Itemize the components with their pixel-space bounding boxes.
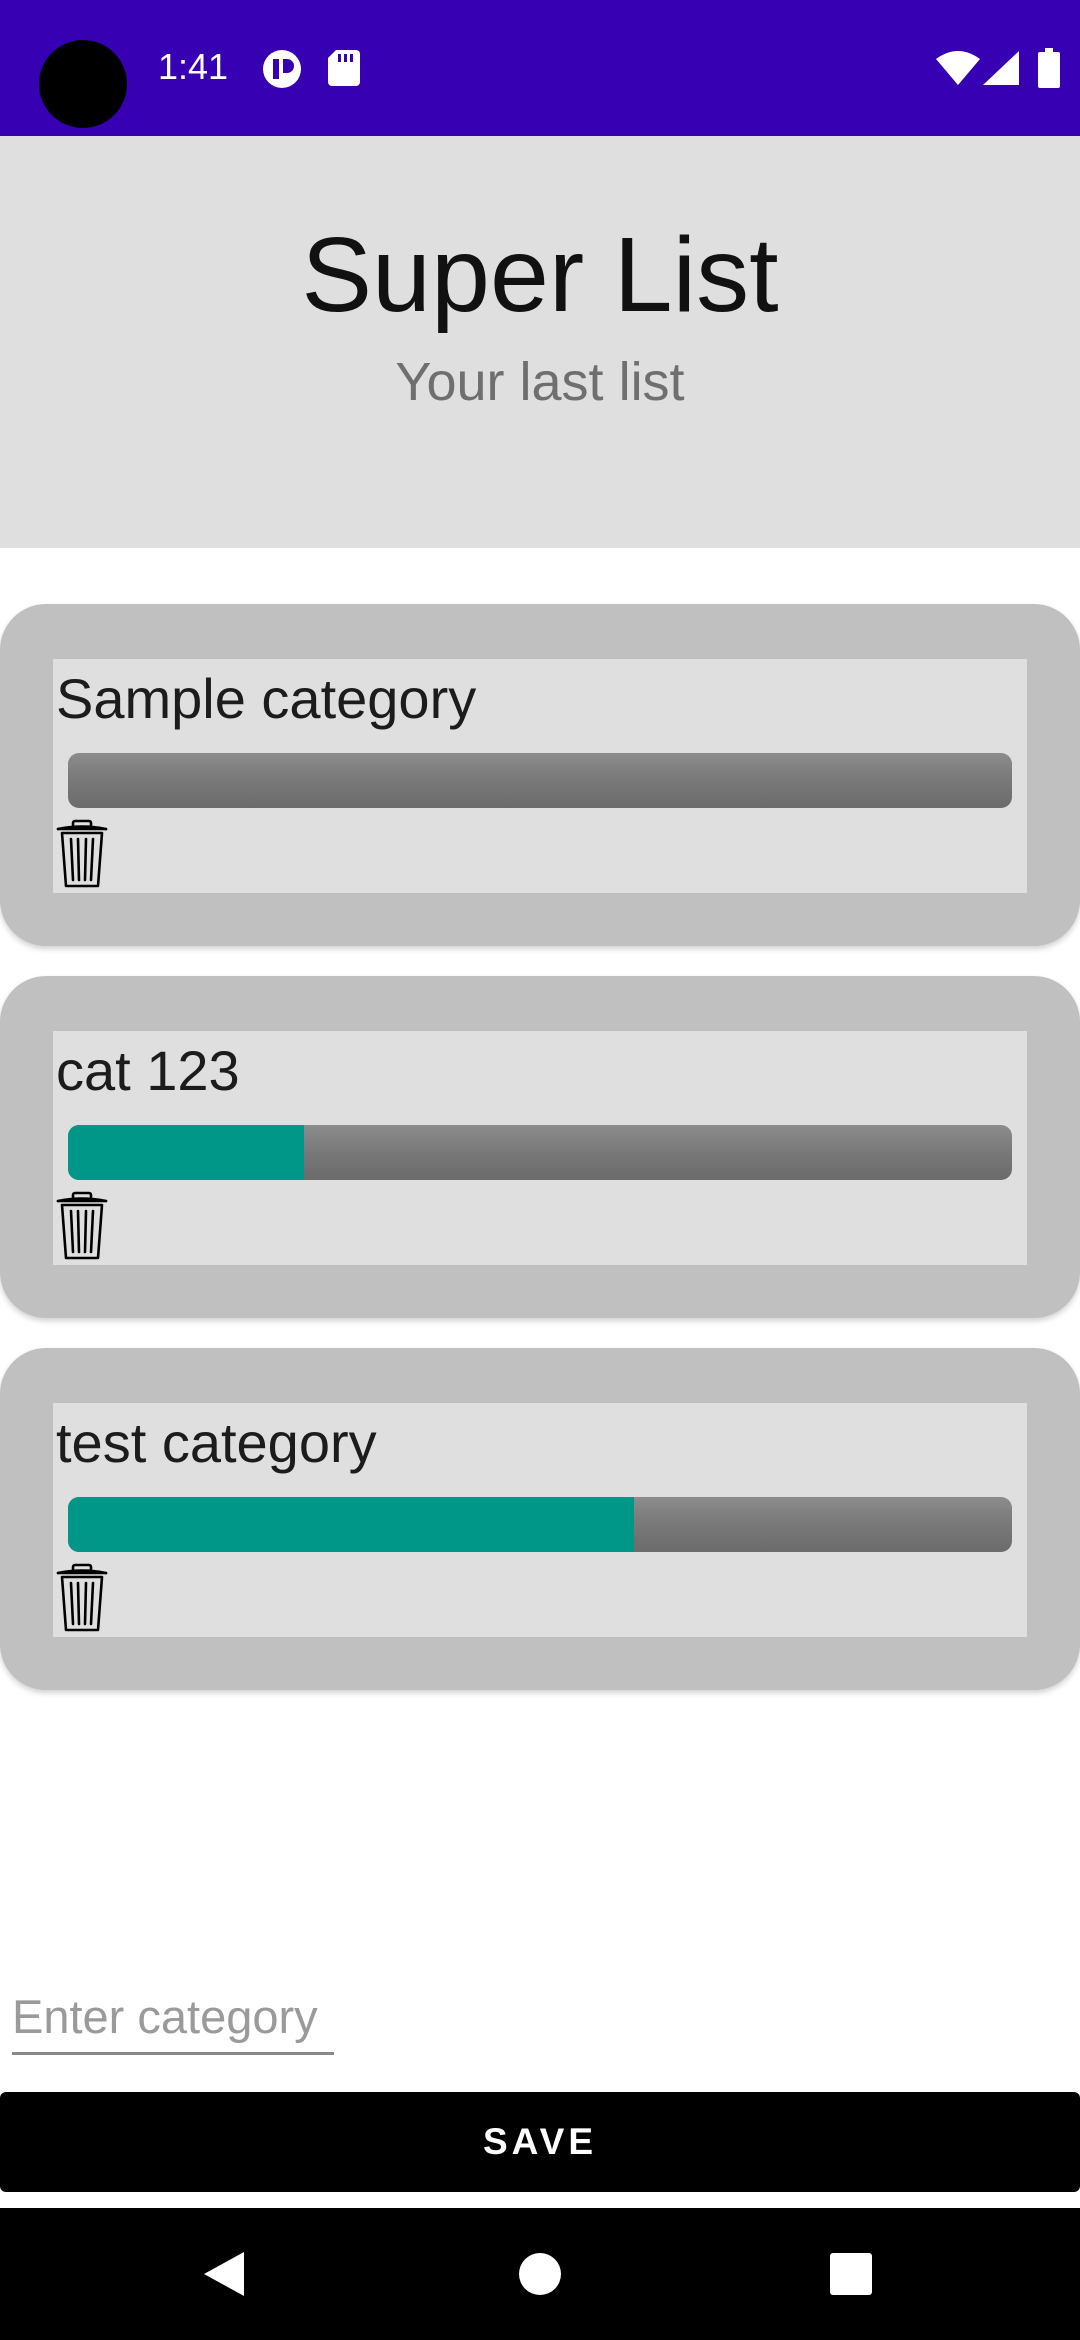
trash-icon[interactable] — [55, 1191, 109, 1261]
status-bar: 1:41 — [0, 0, 1080, 136]
header: Super List Your last list — [0, 136, 1080, 548]
app-notification-icon — [263, 50, 301, 88]
category-card: test category — [0, 1348, 1080, 1690]
category-progress-bar — [68, 1125, 1012, 1180]
category-name: test category — [56, 1411, 377, 1474]
wifi-icon — [936, 51, 980, 85]
signal-icon — [983, 51, 1019, 85]
sd-card-icon — [328, 50, 360, 86]
category-card-inner: cat 123 — [53, 1031, 1027, 1265]
category-name: cat 123 — [56, 1039, 240, 1102]
category-card-inner: test category — [53, 1403, 1027, 1637]
category-input[interactable] — [12, 1980, 334, 2055]
category-progress-fill — [68, 1125, 304, 1180]
category-card-inner: Sample category — [53, 659, 1027, 893]
page-subtitle: Your last list — [395, 352, 685, 412]
category-progress-bar — [68, 753, 1012, 808]
home-icon[interactable] — [518, 2252, 562, 2296]
category-card: cat 123 — [0, 976, 1080, 1318]
navigation-bar — [0, 2208, 1080, 2340]
category-name: Sample category — [56, 667, 477, 730]
category-card: Sample category — [0, 604, 1080, 946]
recents-icon[interactable] — [829, 2252, 873, 2296]
camera-cutout — [39, 40, 127, 128]
back-icon[interactable] — [200, 2250, 250, 2298]
category-progress-bar — [68, 1497, 1012, 1552]
save-button[interactable]: SAVE — [0, 2092, 1080, 2192]
trash-icon[interactable] — [55, 819, 109, 889]
battery-icon — [1038, 48, 1060, 88]
category-progress-fill — [68, 1497, 635, 1552]
status-time: 1:41 — [158, 46, 229, 87]
trash-icon[interactable] — [55, 1563, 109, 1633]
page-title: Super List — [301, 216, 779, 334]
